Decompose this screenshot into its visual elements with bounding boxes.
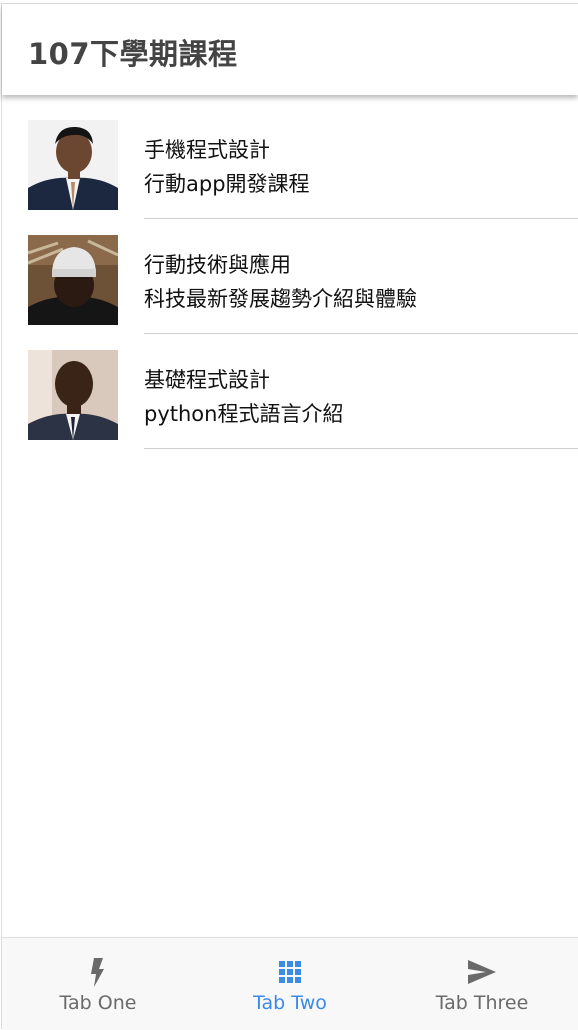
- course-title: 手機程式設計: [144, 138, 270, 162]
- divider: [144, 448, 578, 449]
- course-title: 行動技術與應用: [144, 253, 291, 277]
- app-header: 107下學期課程: [2, 4, 578, 95]
- instructor-avatar-3-icon: [28, 350, 118, 440]
- course-title: 基礎程式設計: [144, 368, 270, 392]
- page-title: 107下學期課程: [28, 37, 238, 71]
- course-subtitle: python程式語言介紹: [144, 402, 344, 426]
- course-text: 基礎程式設計 python程式語言介紹: [144, 363, 343, 431]
- list-item[interactable]: 基礎程式設計 python程式語言介紹: [2, 334, 578, 449]
- course-list: 手機程式設計 行動app開發課程 行動技術與應用 科技最新發展趨勢介紹與體驗 基…: [2, 104, 578, 449]
- tab-two[interactable]: Tab Two: [194, 938, 386, 1030]
- send-icon: [468, 960, 496, 984]
- lightning-icon: [91, 958, 104, 987]
- tab-one[interactable]: Tab One: [2, 938, 194, 1030]
- tab-label: Tab One: [59, 992, 137, 1014]
- course-text: 行動技術與應用 科技最新發展趨勢介紹與體驗: [144, 248, 417, 316]
- list-item[interactable]: 行動技術與應用 科技最新發展趨勢介紹與體驗: [2, 219, 578, 334]
- bottom-tab-bar: Tab One Tab Two Tab Three: [2, 937, 578, 1030]
- course-subtitle: 科技最新發展趨勢介紹與體驗: [144, 287, 417, 311]
- tab-label: Tab Three: [435, 992, 529, 1014]
- tab-three[interactable]: Tab Three: [386, 938, 578, 1030]
- course-text: 手機程式設計 行動app開發課程: [144, 133, 310, 201]
- course-subtitle: 行動app開發課程: [144, 172, 310, 196]
- tab-label: Tab Two: [253, 992, 327, 1014]
- instructor-avatar-1-icon: [28, 120, 118, 210]
- avatar: [28, 120, 118, 210]
- avatar: [28, 235, 118, 325]
- app-frame: 107下學期課程 手機程式設計 行動app開發課程 行動技術與應用 科技最新發展…: [1, 3, 578, 1030]
- avatar: [28, 350, 118, 440]
- instructor-avatar-2-icon: [28, 235, 118, 325]
- list-item[interactable]: 手機程式設計 行動app開發課程: [2, 104, 578, 219]
- grid-icon: [279, 961, 301, 983]
